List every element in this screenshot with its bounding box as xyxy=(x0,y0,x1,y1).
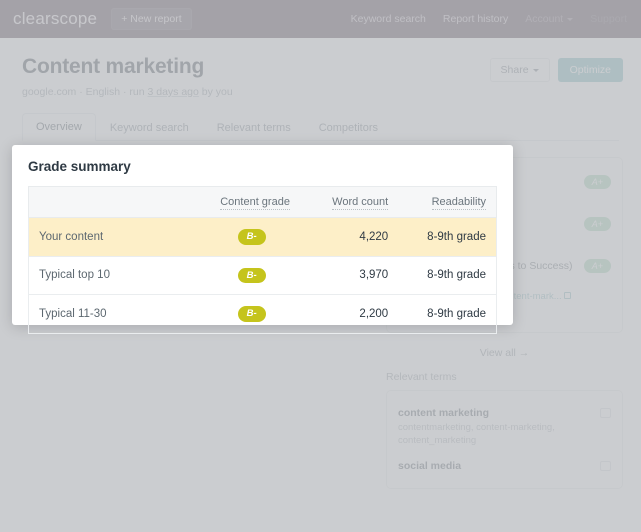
column-header-content-grade[interactable]: Content grade xyxy=(202,187,300,218)
row-label: Your content xyxy=(29,218,202,257)
row-grade-cell: B- xyxy=(202,256,300,295)
table-header: Content grade Word count Readability xyxy=(29,187,497,218)
row-word-count: 3,970 xyxy=(300,256,398,295)
row-readability: 8-9th grade xyxy=(398,218,496,257)
table-row: Typical 11-30 B- 2,200 8-9th grade xyxy=(29,295,497,334)
row-label: Typical 11-30 xyxy=(29,295,202,334)
table-header-row: Content grade Word count Readability xyxy=(29,187,497,218)
column-header-blank xyxy=(29,187,202,218)
grade-summary-modal: Grade summary Content grade Word count R… xyxy=(12,145,513,325)
row-word-count: 4,220 xyxy=(300,218,398,257)
table-row: Typical top 10 B- 3,970 8-9th grade xyxy=(29,256,497,295)
row-readability: 8-9th grade xyxy=(398,295,496,334)
table-body: Your content B- 4,220 8-9th grade Typica… xyxy=(29,218,497,334)
row-grade-cell: B- xyxy=(202,218,300,257)
app-root: clearscope + New report Keyword search R… xyxy=(0,0,641,532)
row-readability: 8-9th grade xyxy=(398,256,496,295)
grade-badge: B- xyxy=(238,268,266,284)
grade-badge: B- xyxy=(238,306,266,322)
grade-badge: B- xyxy=(238,229,266,245)
modal-title: Grade summary xyxy=(28,159,497,174)
row-label: Typical top 10 xyxy=(29,256,202,295)
table-row: Your content B- 4,220 8-9th grade xyxy=(29,218,497,257)
column-header-word-count[interactable]: Word count xyxy=(300,187,398,218)
grade-summary-table: Content grade Word count Readability You… xyxy=(28,186,497,334)
column-header-word-count-label: Word count xyxy=(332,196,388,210)
column-header-readability[interactable]: Readability xyxy=(398,187,496,218)
column-header-readability-label: Readability xyxy=(432,196,486,210)
row-grade-cell: B- xyxy=(202,295,300,334)
row-word-count: 2,200 xyxy=(300,295,398,334)
column-header-content-grade-label: Content grade xyxy=(220,196,290,210)
